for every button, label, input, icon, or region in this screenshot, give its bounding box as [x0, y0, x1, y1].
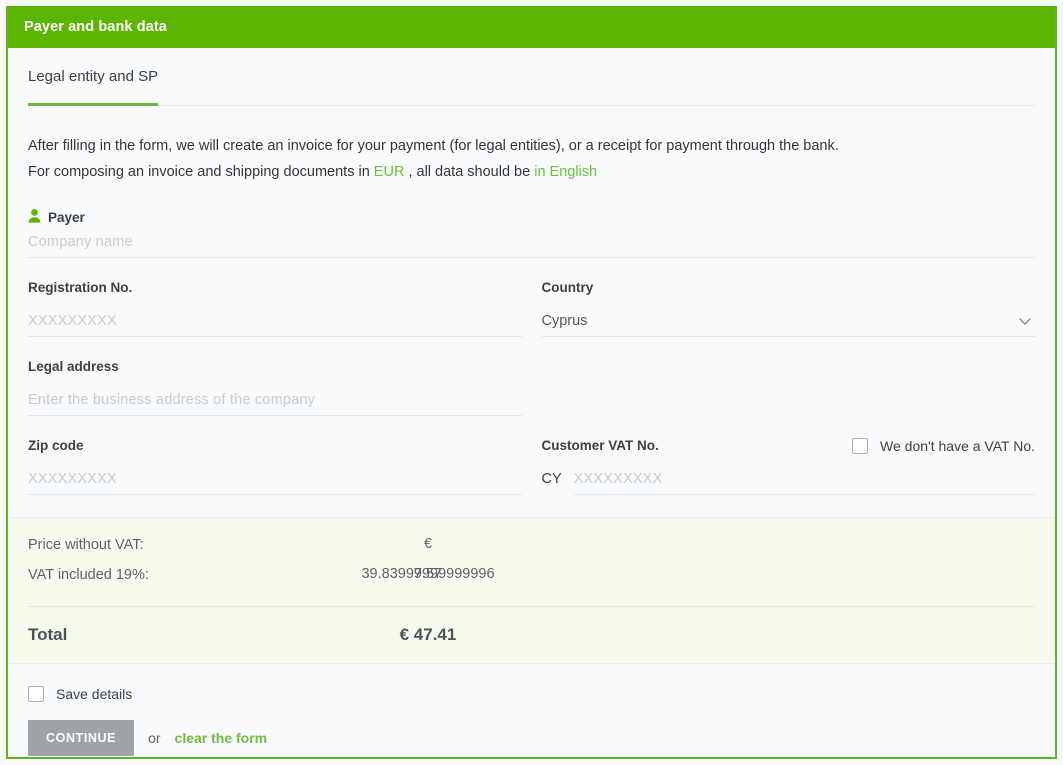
- form-grid: Company name Registration No. XXXXXXXXX …: [28, 226, 1035, 495]
- country-label: Country: [541, 280, 594, 295]
- price-summary: Price without VAT: € VAT included 19%: 3…: [8, 517, 1055, 664]
- legal-address-input[interactable]: Enter the business address of the compan…: [28, 384, 522, 416]
- customer-vat-input-row: CY XXXXXXXXX: [541, 463, 1035, 495]
- field-registration-no: Registration No. XXXXXXXXX: [28, 280, 522, 337]
- registration-no-label: Registration No.: [28, 280, 133, 295]
- customer-vat-placeholder: XXXXXXXXX: [573, 470, 663, 487]
- clear-the-form-link[interactable]: clear the form: [175, 730, 268, 746]
- field-zip-code: Zip code XXXXXXXXX: [28, 438, 522, 495]
- form-body: After filling in the form, we will creat…: [8, 106, 1055, 756]
- currency-link[interactable]: EUR: [374, 164, 405, 180]
- field-country: Country Cyprus: [541, 280, 1035, 337]
- company-name-placeholder: Company name: [28, 233, 133, 250]
- total-value: € 47.41: [399, 625, 457, 644]
- price-without-vat-row: Price without VAT: €: [28, 536, 1035, 566]
- vat-included-row: VAT included 19%: 39.83999999999996 7.57: [28, 566, 1035, 596]
- price-without-vat-label: Price without VAT:: [28, 537, 144, 553]
- page-title: Payer and bank data: [24, 19, 167, 35]
- vat-included-label: VAT included 19%:: [28, 567, 149, 583]
- legal-address-label: Legal address: [28, 359, 119, 374]
- total-label: Total: [28, 625, 68, 644]
- tab-active-underline: [28, 103, 158, 106]
- no-vat-checkbox[interactable]: [852, 438, 869, 454]
- save-details-label: Save details: [56, 686, 133, 702]
- no-vat-label: We don't have a VAT No.: [880, 438, 1035, 454]
- zip-code-placeholder: XXXXXXXXX: [28, 470, 117, 487]
- payer-section-label: Payer: [48, 210, 85, 225]
- chevron-down-icon[interactable]: [1017, 313, 1033, 334]
- country-value: Cyprus: [541, 312, 588, 329]
- zip-code-label: Zip code: [28, 438, 84, 453]
- intro-line-2-prefix: For composing an invoice and shipping do…: [28, 164, 370, 180]
- action-row: CONTINUE or clear the form: [28, 720, 1035, 756]
- customer-vat-input[interactable]: XXXXXXXXX: [573, 463, 1035, 495]
- tab-bar: Legal entity and SP: [8, 48, 1055, 106]
- card-header: Payer and bank data: [8, 6, 1055, 48]
- legal-address-placeholder: Enter the business address of the compan…: [28, 391, 316, 408]
- save-details-option[interactable]: Save details: [28, 686, 1035, 702]
- or-label: or: [148, 730, 161, 746]
- customer-vat-prefix: CY: [541, 471, 562, 487]
- field-legal-address: Legal address Enter the business address…: [28, 359, 522, 416]
- zip-code-input[interactable]: XXXXXXXXX: [28, 463, 522, 495]
- country-select[interactable]: Cyprus: [541, 305, 1035, 337]
- intro-line-2: For composing an invoice and shipping do…: [28, 159, 1035, 185]
- intro-text: After filling in the form, we will creat…: [28, 106, 1035, 185]
- total-row: Total € 47.41: [28, 607, 1035, 663]
- payer-bank-data-card: Payer and bank data Legal entity and SP …: [6, 6, 1057, 759]
- registration-no-input[interactable]: XXXXXXXXX: [28, 305, 522, 337]
- form-footer: Save details CONTINUE or clear the form: [8, 664, 1055, 756]
- vat-included-overlap-value: 7.57: [413, 566, 443, 582]
- price-without-vat-value: €: [423, 536, 433, 552]
- tab-divider: [28, 105, 1035, 106]
- field-spacer: [542, 359, 1036, 416]
- continue-button[interactable]: CONTINUE: [28, 720, 135, 756]
- registration-no-placeholder: XXXXXXXXX: [28, 312, 117, 329]
- company-name-input[interactable]: Company name: [28, 226, 1035, 258]
- intro-line-2-middle: , all data should be: [408, 164, 531, 180]
- field-company-name: Company name: [28, 226, 1035, 258]
- person-icon: [28, 209, 41, 226]
- tab-legal-entity-and-sp[interactable]: Legal entity and SP: [28, 68, 158, 101]
- no-vat-option[interactable]: We don't have a VAT No.: [852, 438, 1035, 454]
- language-link[interactable]: in English: [534, 164, 597, 180]
- field-customer-vat: Customer VAT No. We don't have a VAT No.…: [541, 438, 1035, 495]
- save-details-checkbox[interactable]: [28, 686, 44, 702]
- tab-label: Legal entity and SP: [28, 68, 159, 85]
- payer-section-header: Payer: [28, 209, 1035, 226]
- intro-line-1: After filling in the form, we will creat…: [28, 138, 839, 154]
